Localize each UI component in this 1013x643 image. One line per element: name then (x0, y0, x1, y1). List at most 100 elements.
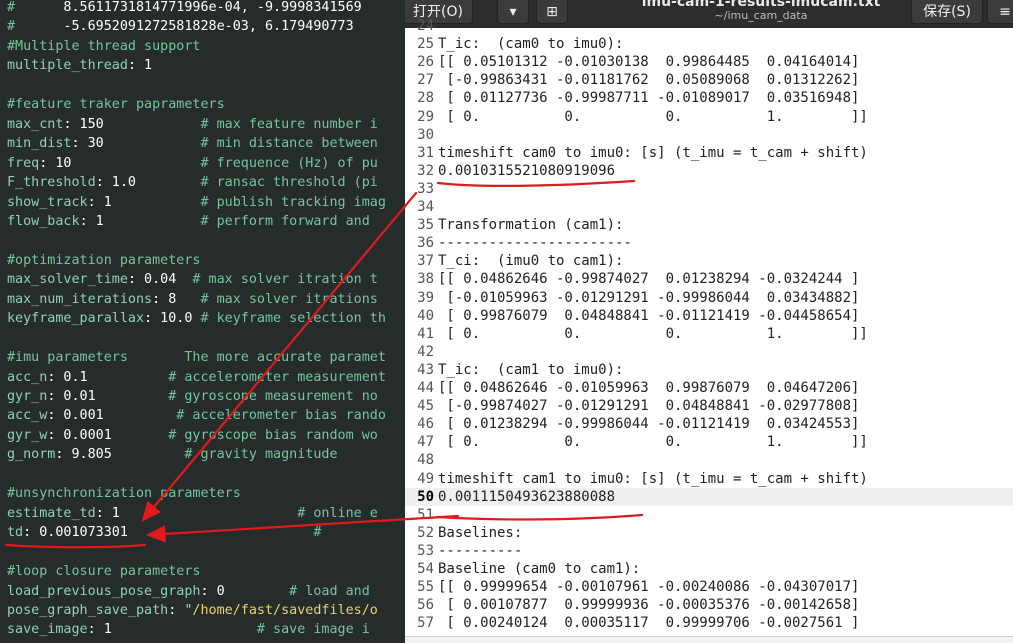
editor-line[interactable]: 27 [-0.99863431 -0.01181762 0.05089068 0… (405, 71, 1013, 89)
config-key: pose_graph_save_path (7, 602, 169, 618)
editor-line[interactable]: 31 timeshift cam0 to imu0: [s] (t_imu = t… (405, 144, 1013, 162)
editor-line[interactable]: 42 (405, 343, 1013, 361)
editor-line[interactable]: 36 ----------------------- (405, 234, 1013, 252)
editor-line[interactable]: 26[[ 0.05101312 -0.01030138 0.99864485 0… (405, 53, 1013, 71)
config-line: gyr_w: 0.0001 # gyroscope bias random wo (7, 426, 378, 445)
line-number: 37 (417, 253, 434, 270)
config-line: max_solver_time: 0.04 # max solver itrat… (7, 270, 378, 289)
line-number: 50 (417, 488, 434, 505)
editor-line[interactable]: 40 [ 0.99876079 0.04848841 -0.01121419 -… (405, 307, 1013, 325)
line-text: ----------------------- (438, 235, 632, 252)
config-line: #feature traker paprameters (7, 95, 225, 114)
line-number: 48 (417, 452, 434, 469)
config-comment: # max solver itration t (176, 272, 378, 288)
line-number: 45 (417, 398, 434, 415)
editor-line[interactable]: 28 [ 0.01127736 -0.99987711 -0.01089017 … (405, 89, 1013, 107)
line-text: [-0.01059963 -0.01291291 -0.99986044 0.0… (438, 289, 860, 306)
editor-line[interactable]: 39 [-0.01059963 -0.01291291 -0.99986044 … (405, 289, 1013, 307)
editor-line[interactable]: 44[[ 0.04862646 -0.01059963 0.99876079 0… (405, 379, 1013, 397)
config-editor-pane[interactable]: # 8.5611731814771996e-04, -9.9998341569 #… (0, 0, 405, 643)
editor-line[interactable]: 25 T_ic: (cam0 to imu0): (405, 35, 1013, 53)
config-line: load_previous_pose_graph: 0 # load and (7, 582, 370, 601)
config-key: F_threshold (7, 175, 96, 191)
config-value: 1 (95, 622, 112, 638)
config-key: freq (7, 155, 40, 171)
line-number: 55 (417, 579, 434, 596)
line-text (434, 199, 438, 215)
text-editor-area[interactable]: 24 25 T_ic: (cam0 to imu0): 26[[ 0.05101312… (405, 18, 1013, 636)
editor-line[interactable]: 37 T_ci: (imu0 to cam1): (405, 252, 1013, 270)
config-value: 1.0 (103, 175, 136, 191)
line-number: 33 (417, 180, 434, 197)
editor-line[interactable]: 56 [ 0.00107877 0.99999936 -0.00035376 -… (405, 596, 1013, 614)
editor-line[interactable]: 47 [ 0. 0. 0. 1. ]] (405, 433, 1013, 451)
line-number: 26 (417, 54, 434, 71)
config-line: multiple_thread: 1 (7, 56, 152, 75)
config-key: estimate_td (7, 505, 96, 521)
editor-line[interactable]: 35 Transformation (cam1): (405, 216, 1013, 234)
editor-line[interactable]: 48 (405, 451, 1013, 469)
config-colon: : (71, 136, 80, 152)
editor-line[interactable]: 32 0.0010315521080919096 (405, 162, 1013, 180)
config-section-comment: #optimization parameters (7, 252, 201, 268)
config-value: 9.805 (63, 447, 112, 463)
line-number: 31 (417, 144, 434, 161)
editor-line[interactable]: 51 (405, 506, 1013, 524)
line-text: [-0.99874027 -0.01291291 0.04848841 -0.0… (438, 398, 860, 415)
line-text: timeshift cam1 to imu0: [s] (t_imu = t_c… (438, 470, 868, 487)
editor-line[interactable]: 45 [-0.99874027 -0.01291291 0.04848841 -… (405, 397, 1013, 415)
line-number: 46 (417, 416, 434, 433)
config-key: gyr_w (7, 427, 48, 443)
config-line: keyframe_parallax: 10.0 # keyframe selec… (7, 309, 386, 328)
line-number: 27 (417, 72, 434, 89)
editor-line[interactable]: 38[[ 0.04862646 -0.99874027 0.01238294 -… (405, 270, 1013, 288)
config-value: 0.001073301 (31, 525, 128, 541)
config-value: 0.04 (136, 272, 177, 288)
editor-line[interactable]: 29 [ 0. 0. 0. 1. ]] (405, 108, 1013, 126)
config-value: 8.5611731814771996e-04, -9.9998341569 (15, 0, 362, 15)
config-comment: # (127, 525, 322, 541)
config-line: acc_w: 0.001 # accelerometer bias rando (7, 406, 386, 425)
config-value: 0 (208, 583, 225, 599)
config-line: #unsynchronization parameters (7, 484, 241, 503)
editor-line[interactable]: 33 (405, 180, 1013, 198)
line-text: T_ic: (cam0 to imu0): (438, 36, 624, 53)
editor-line[interactable]: 53 ---------- (405, 542, 1013, 560)
config-section-comment: #Multiple thread support (7, 38, 201, 54)
line-number: 49 (417, 470, 434, 487)
editor-line[interactable]: 50 0.0011150493623880088 (405, 487, 1013, 506)
line-number: 53 (417, 542, 434, 559)
editor-line[interactable]: 55[[ 0.99999654 -0.00107961 -0.00240086 … (405, 578, 1013, 596)
line-text: Transformation (cam1): (438, 217, 624, 234)
config-key: max_num_iterations (7, 291, 153, 307)
line-text: Baselines: (438, 524, 523, 541)
config-key: g_norm (7, 447, 56, 463)
gedit-window: 打开(O) ▾ ⊞ imu-cam-1-results-imucam.txt ~… (405, 0, 1013, 643)
config-comment: # frequence (Hz) of pu (71, 155, 378, 171)
config-line: #optimization parameters (7, 251, 200, 270)
line-number: 57 (417, 615, 434, 632)
config-value: 0.0001 (55, 427, 112, 443)
line-text: [ 0.00240124 0.00035117 0.99999706 -0.00… (438, 615, 860, 632)
editor-line[interactable]: 57 [ 0.00240124 0.00035117 0.99999706 -0… (405, 614, 1013, 632)
line-text: Baseline (cam0 to cam1): (438, 561, 641, 577)
editor-line[interactable]: 52 Baselines: (405, 524, 1013, 542)
line-text: [[ 0.99999654 -0.00107961 -0.00240086 -0… (438, 579, 860, 596)
editor-line[interactable]: 41 [ 0. 0. 0. 1. ]] (405, 325, 1013, 343)
config-value: 1 (95, 194, 112, 210)
editor-line[interactable]: 30 (405, 126, 1013, 144)
config-comment: # load and (224, 583, 370, 599)
editor-line[interactable]: 43 T_ic: (cam1 to imu0): (405, 361, 1013, 379)
config-key: keyframe_parallax (7, 311, 145, 327)
editor-line[interactable]: 34 (405, 198, 1013, 216)
editor-line[interactable]: 46 [ 0.01238294 -0.99986044 -0.01121419 … (405, 415, 1013, 433)
config-key: min_dist (7, 136, 72, 152)
line-number: 29 (417, 108, 434, 125)
editor-line[interactable]: 49 timeshift cam1 to imu0: [s] (t_imu = t… (405, 470, 1013, 488)
editor-line[interactable]: 54 Baseline (cam0 to cam1): (405, 560, 1013, 578)
config-line: max_num_iterations: 8 # max solver itrat… (7, 290, 378, 309)
line-text: [ 0.99876079 0.04848841 -0.01121419 -0.0… (438, 307, 860, 324)
config-colon: : (95, 505, 104, 521)
config-colon: : (87, 194, 96, 210)
editor-line[interactable]: 24 (405, 17, 1013, 35)
